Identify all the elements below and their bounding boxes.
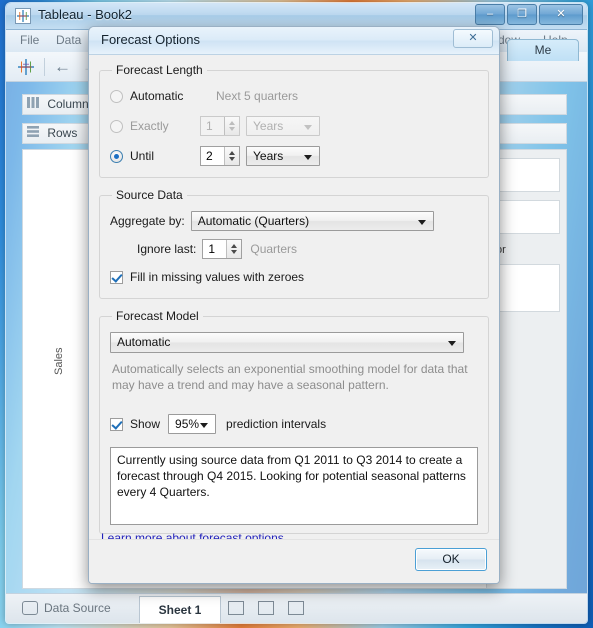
aggregate-by-label: Aggregate by:: [110, 214, 185, 228]
dialog-titlebar[interactable]: Forecast Options ✕: [89, 27, 499, 55]
menu-item-file[interactable]: File: [20, 33, 39, 47]
forecast-model-select[interactable]: Automatic: [110, 331, 464, 353]
chevron-down-icon: [417, 220, 426, 225]
ok-button[interactable]: OK: [415, 548, 487, 571]
forecast-length-automatic-row[interactable]: Automatic Next 5 quarters: [110, 83, 478, 109]
forecast-model-group: Forecast Model Automatic Automatically s…: [99, 309, 489, 534]
radio-until[interactable]: [110, 149, 123, 163]
forecast-length-group: Forecast Length Automatic Next 5 quarter…: [99, 63, 489, 178]
fill-missing-checkbox[interactable]: [110, 270, 123, 284]
forecast-length-legend: Forecast Length: [116, 63, 203, 77]
ignore-last-label: Ignore last:: [137, 242, 197, 256]
forecast-summary-text: Currently using source data from Q1 2011…: [110, 447, 478, 525]
panel-box-2[interactable]: [493, 200, 560, 234]
status-bar: Data Source Sheet 1: [6, 593, 587, 623]
aggregate-by-value: Automatic (Quarters): [197, 214, 310, 228]
until-stepper-buttons[interactable]: [224, 147, 239, 165]
chevron-down-icon: [304, 155, 312, 160]
ignore-last-stepper[interactable]: 1: [202, 239, 243, 259]
radio-exactly-label: Exactly: [130, 119, 169, 133]
minimize-button[interactable]: –: [475, 4, 505, 25]
aggregate-by-select[interactable]: Automatic (Quarters): [190, 211, 434, 231]
dialog-close-icon[interactable]: ✕: [453, 29, 493, 48]
fill-missing-label: Fill in missing values with zeroes: [130, 270, 305, 284]
chevron-down-icon: [304, 125, 312, 130]
source-data-group: Source Data Aggregate by: Automatic (Qua…: [99, 188, 489, 299]
until-value-stepper[interactable]: 2: [200, 146, 240, 166]
exactly-value: 1: [206, 119, 213, 133]
new-worksheet-icon[interactable]: [228, 601, 244, 615]
panel-box-1[interactable]: [493, 158, 560, 192]
panel-box-3[interactable]: [493, 264, 560, 312]
close-button[interactable]: ✕: [539, 4, 583, 25]
new-dashboard-icon[interactable]: [258, 601, 274, 615]
radio-automatic[interactable]: [110, 89, 123, 103]
sheet-tab-sheet1[interactable]: Sheet 1: [139, 596, 221, 623]
menu-item-data[interactable]: Data: [56, 33, 81, 47]
rows-shelf-label: Rows: [47, 126, 78, 140]
forecast-model-legend: Forecast Model: [116, 309, 199, 323]
back-arrow-icon[interactable]: ←: [54, 58, 71, 76]
exactly-unit-value: Years: [253, 119, 284, 133]
ignore-last-unit: Quarters: [250, 242, 298, 256]
radio-exactly[interactable]: [110, 119, 123, 133]
show-intervals-label: Show: [130, 417, 161, 431]
columns-shelf-icon: [27, 95, 39, 114]
show-me-tab[interactable]: Me: [507, 39, 579, 61]
forecast-length-exactly-row[interactable]: Exactly 1 Years: [110, 113, 478, 139]
new-story-icon[interactable]: [288, 601, 304, 615]
data-source-icon: [22, 601, 38, 615]
chevron-down-icon: [448, 340, 456, 346]
forecast-model-value: Automatic: [117, 334, 171, 349]
show-intervals-checkbox[interactable]: [110, 417, 123, 431]
rows-shelf-icon: [27, 124, 39, 143]
y-axis-title: Sales: [53, 347, 65, 375]
ignore-last-row: Ignore last: 1 Quarters: [110, 236, 478, 262]
data-source-button[interactable]: Data Source: [44, 601, 111, 615]
window-controls: – ❐ ✕: [473, 4, 583, 25]
forecast-length-until-row[interactable]: Until 2 Years: [110, 143, 478, 169]
exactly-value-stepper[interactable]: 1: [200, 116, 240, 136]
until-value: 2: [206, 149, 213, 163]
forecast-model-description: Automatically selects an exponential smo…: [112, 362, 468, 392]
fill-missing-row[interactable]: Fill in missing values with zeroes: [110, 264, 478, 290]
tableau-logo-icon: [15, 8, 31, 24]
model-select-row: Automatic: [110, 329, 478, 355]
dialog-footer: OK: [89, 539, 499, 583]
chevron-down-icon: [200, 423, 209, 428]
panel-label-indicator: tor: [493, 244, 560, 256]
dialog-body: Forecast Length Automatic Next 5 quarter…: [89, 55, 499, 557]
radio-until-label: Until: [130, 149, 155, 163]
automatic-hint: Next 5 quarters: [216, 89, 299, 103]
ignore-last-stepper-buttons[interactable]: [226, 240, 242, 258]
source-data-legend: Source Data: [116, 188, 183, 202]
ignore-last-value: 1: [208, 242, 216, 256]
window-title: Tableau - Book2: [38, 7, 132, 22]
exactly-unit-select[interactable]: Years: [246, 116, 320, 136]
dialog-title: Forecast Options: [101, 32, 200, 47]
until-unit-select[interactable]: Years: [246, 146, 320, 166]
aggregate-by-row: Aggregate by: Automatic (Quarters): [110, 208, 478, 234]
until-unit-value: Years: [253, 149, 284, 163]
prediction-intervals-row[interactable]: Show 95% prediction intervals: [110, 411, 478, 437]
radio-automatic-label: Automatic: [130, 89, 184, 103]
forecast-options-dialog: Forecast Options ✕ Forecast Length Autom…: [88, 26, 500, 584]
toolbar-separator: [44, 58, 45, 76]
interval-percent-value: 95%: [175, 417, 200, 431]
tableau-toolbar-logo-icon[interactable]: [16, 57, 36, 77]
prediction-intervals-label: prediction intervals: [226, 417, 327, 431]
interval-percent-select[interactable]: 95%: [168, 414, 217, 434]
maximize-button[interactable]: ❐: [507, 4, 537, 25]
exactly-stepper-buttons[interactable]: [224, 117, 239, 135]
